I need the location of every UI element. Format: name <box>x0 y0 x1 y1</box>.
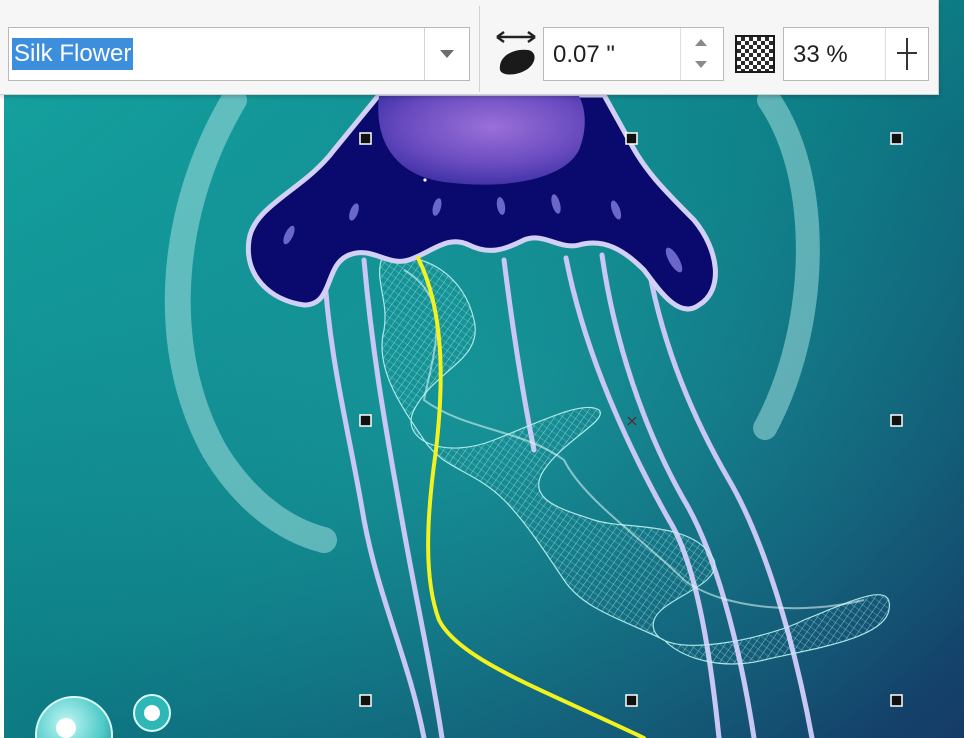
brush-width-icon <box>496 30 536 75</box>
brush-width-field[interactable]: 0.07 " <box>543 27 724 81</box>
property-bar: Silk Flower 0.07 " 33 % <box>0 0 939 95</box>
opacity-slider-button[interactable] <box>885 28 928 80</box>
brush-preset-combobox[interactable]: Silk Flower <box>8 27 470 81</box>
drawing-canvas[interactable] <box>4 0 964 738</box>
transparency-checkerboard-icon <box>735 35 775 73</box>
handle-top-middle[interactable] <box>625 132 638 145</box>
brush-width-spinner[interactable] <box>680 28 723 80</box>
handle-middle-left[interactable] <box>359 414 372 427</box>
handle-bottom-left[interactable] <box>359 694 372 707</box>
opacity-value[interactable]: 33 % <box>793 41 848 69</box>
preset-dropdown-button[interactable] <box>424 28 469 80</box>
handle-bottom-middle[interactable] <box>625 694 638 707</box>
handle-top-left[interactable] <box>359 132 372 145</box>
arrow-down-icon[interactable] <box>695 61 707 68</box>
arrow-up-icon[interactable] <box>695 39 707 46</box>
brush-preset-value[interactable]: Silk Flower <box>12 38 134 70</box>
handle-bottom-right[interactable] <box>890 694 903 707</box>
opacity-field[interactable]: 33 % <box>783 27 929 81</box>
chevron-down-icon <box>440 50 454 58</box>
slider-icon <box>906 38 908 70</box>
brush-width-value[interactable]: 0.07 " <box>553 41 615 69</box>
handle-top-right[interactable] <box>890 132 903 145</box>
toolbar-separator <box>479 6 480 92</box>
handle-middle-right[interactable] <box>890 414 903 427</box>
